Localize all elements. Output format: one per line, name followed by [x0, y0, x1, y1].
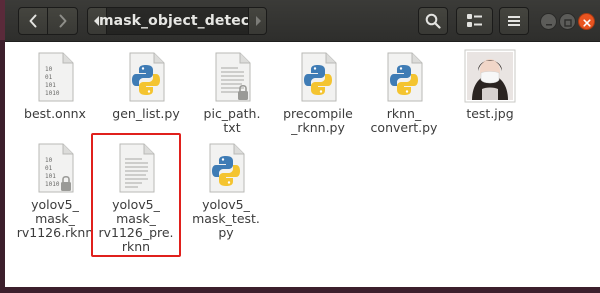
desktop-background-bottom	[0, 286, 600, 293]
file-label: rknn_ convert.py	[370, 106, 438, 135]
binary-file-icon: 10 01 101 1010	[31, 51, 79, 103]
svg-text:01: 01	[45, 165, 53, 172]
hamburger-menu-icon	[507, 15, 521, 27]
maximize-button[interactable]	[559, 13, 576, 30]
close-button[interactable]	[578, 13, 595, 30]
binary-file-locked-icon: 10 01 101 1010	[31, 142, 79, 194]
file-item[interactable]: precompile _rknn.py	[273, 45, 363, 149]
file-item[interactable]: 10 01 101 1010 yolov5_ mask_ rv1126.rknn	[10, 136, 100, 240]
file-label: pic_path. txt	[203, 106, 261, 135]
view-options-button[interactable]	[456, 7, 493, 35]
python-file-icon	[380, 51, 428, 103]
path-scroll-right-button[interactable]	[248, 7, 267, 35]
file-view: 10 01 101 1010 best.onnx gen_list.py pic…	[5, 43, 600, 287]
svg-text:1010: 1010	[45, 90, 60, 97]
file-label: yolov5_ mask_ rv1126.rknn	[16, 197, 94, 240]
file-item[interactable]: yolov5_ mask_test. py	[181, 136, 271, 240]
chevron-right-icon	[58, 14, 68, 28]
file-item[interactable]: rknn_ convert.py	[359, 45, 449, 149]
forward-button[interactable]	[47, 7, 78, 35]
python-file-icon	[294, 51, 342, 103]
search-button[interactable]	[418, 7, 448, 35]
triangle-right-icon	[255, 16, 261, 26]
svg-text:1010: 1010	[45, 181, 60, 188]
file-manager-window: mask_object_detect 10 01 101 1010 best.o…	[5, 0, 600, 287]
svg-text:10: 10	[45, 66, 53, 73]
breadcrumb-current-folder[interactable]: mask_object_detect	[99, 7, 256, 35]
back-button[interactable]	[18, 7, 48, 35]
view-options-icon	[466, 13, 484, 29]
highlight-annotation-box	[91, 133, 181, 257]
svg-text:101: 101	[45, 82, 56, 89]
text-file-icon	[208, 51, 256, 103]
image-thumbnail-icon	[464, 49, 516, 103]
file-item[interactable]: pic_path. txt	[187, 45, 277, 149]
close-icon	[582, 12, 591, 31]
minimize-icon	[545, 12, 553, 31]
file-label: test.jpg	[466, 106, 514, 121]
header-bar: mask_object_detect	[5, 0, 600, 42]
svg-text:01: 01	[45, 74, 53, 81]
file-label: best.onnx	[24, 106, 86, 121]
python-file-icon	[122, 51, 170, 103]
maximize-icon	[563, 12, 572, 31]
python-file-icon	[202, 142, 250, 194]
navigation-buttons	[18, 7, 78, 35]
file-label: yolov5_ mask_test. py	[192, 197, 260, 240]
search-icon	[425, 13, 441, 29]
svg-text:10: 10	[45, 157, 53, 164]
file-item[interactable]: 10 01 101 1010 best.onnx	[10, 45, 100, 149]
chevron-left-icon	[28, 14, 38, 28]
main-menu-button[interactable]	[499, 7, 529, 35]
file-label: gen_list.py	[112, 106, 180, 121]
svg-text:101: 101	[45, 173, 56, 180]
minimize-button[interactable]	[540, 13, 557, 30]
file-label: precompile _rknn.py	[283, 106, 353, 135]
file-item[interactable]: test.jpg	[445, 45, 535, 149]
